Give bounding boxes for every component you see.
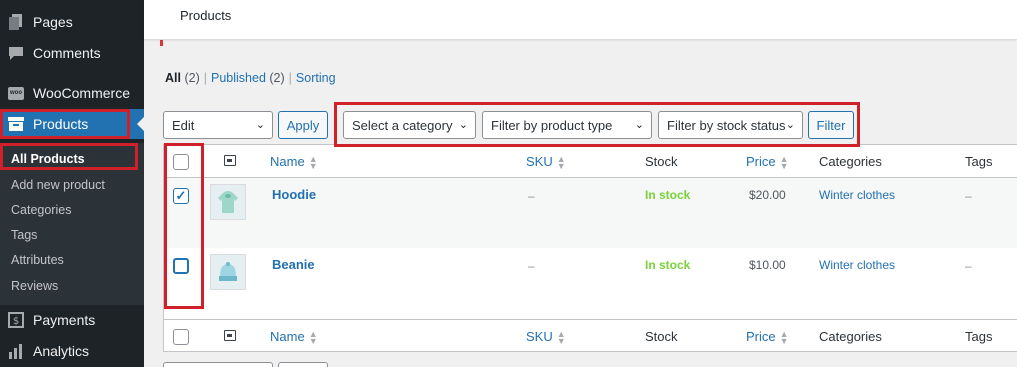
bulk-action-select-bottom[interactable] — [163, 362, 273, 367]
view-all[interactable]: All (2) — [165, 71, 200, 85]
sku-value: – — [528, 259, 535, 273]
column-sku-footer[interactable]: SKU ▲ ▼ — [526, 329, 566, 345]
table-header-row: Name ▲ ▼ SKU ▲ ▼ Stock Price ▲ ▼ Categories Ta… — [164, 145, 1017, 178]
submenu-add-new-product[interactable]: Add new product — [11, 178, 105, 192]
sort-icon: ▲ ▼ — [308, 153, 318, 171]
menu-item-comments[interactable]: Comments — [0, 38, 144, 68]
annotation-box-products — [0, 109, 130, 139]
menu-item-label: Pages — [33, 14, 73, 30]
product-thumbnail[interactable] — [210, 254, 246, 290]
tags-value: – — [965, 259, 972, 273]
beanie-image — [219, 262, 237, 281]
table-footer-row: Name ▲ ▼ SKU ▲ ▼ Stock Price ▲ ▼ Categories Ta… — [164, 319, 1017, 352]
submenu-reviews[interactable]: Reviews — [11, 279, 58, 293]
column-stock: Stock — [645, 154, 678, 169]
sort-icon: ▲ ▼ — [556, 328, 566, 346]
notice-edge — [160, 40, 163, 46]
table-row: Beanie – In stock $10.00 Winter clothes … — [164, 248, 1017, 318]
chevron-down-icon: ⌄ — [255, 119, 265, 131]
sku-value: – — [528, 189, 535, 203]
submenu-categories[interactable]: Categories — [11, 203, 71, 217]
image-icon — [224, 155, 236, 166]
svg-text:$: $ — [13, 316, 19, 327]
column-name-footer[interactable]: Name ▲ ▼ — [270, 329, 318, 345]
category-link[interactable]: Winter clothes — [819, 188, 895, 202]
stock-status: In stock — [645, 188, 691, 202]
column-price[interactable]: Price ▲ ▼ — [746, 154, 789, 170]
column-sku[interactable]: SKU ▲ ▼ — [526, 154, 566, 170]
menu-item-analytics[interactable]: Analytics — [0, 336, 144, 366]
menu-item-label: Analytics — [33, 343, 90, 359]
product-name-link[interactable]: Hoodie — [272, 187, 316, 202]
apply-button-bottom[interactable] — [278, 362, 328, 367]
annotation-box-all-products — [0, 143, 138, 170]
sort-icon: ▲ ▼ — [308, 328, 318, 346]
column-price-footer[interactable]: Price ▲ ▼ — [746, 329, 789, 345]
analytics-icon — [8, 343, 24, 359]
menu-item-woocommerce[interactable]: woo WooCommerce — [0, 78, 144, 108]
column-categories-footer: Categories — [819, 329, 882, 344]
current-indicator — [137, 117, 144, 131]
payments-icon: $ — [8, 312, 24, 328]
menu-item-label: Comments — [33, 45, 101, 61]
table-row: ✓ Hoodie – In stock $20.00 Winter clothe… — [164, 178, 1017, 248]
column-categories: Categories — [819, 154, 882, 169]
category-link[interactable]: Winter clothes — [819, 258, 895, 272]
bulk-action-select[interactable]: Edit ⌄ — [163, 111, 273, 139]
pages-icon — [8, 14, 24, 30]
menu-item-pages[interactable]: Pages — [0, 7, 144, 37]
annotation-box-checkboxes — [164, 143, 204, 309]
annotation-box-filters — [334, 102, 860, 147]
product-name-link[interactable]: Beanie — [272, 257, 315, 272]
products-table: Name ▲ ▼ SKU ▲ ▼ Stock Price ▲ ▼ Categories Ta… — [163, 144, 1017, 352]
submenu-attributes[interactable]: Attributes — [11, 253, 64, 267]
sort-icon: ▲ ▼ — [556, 153, 566, 171]
product-thumbnail[interactable] — [210, 184, 246, 220]
woocommerce-icon: woo — [8, 85, 24, 101]
apply-button[interactable]: Apply — [278, 111, 328, 139]
price-value: $20.00 — [749, 188, 786, 202]
view-sorting[interactable]: Sorting — [296, 71, 336, 85]
sort-icon: ▲ ▼ — [779, 153, 789, 171]
menu-item-label: WooCommerce — [33, 85, 130, 101]
column-tags: Tags — [965, 154, 993, 169]
menu-item-label: Payments — [33, 312, 96, 328]
menu-item-payments[interactable]: $ Payments — [0, 305, 144, 335]
admin-sidebar: Pages Comments woo WooCommerce Products … — [0, 0, 144, 367]
image-icon — [224, 330, 236, 341]
column-name[interactable]: Name ▲ ▼ — [270, 154, 318, 170]
hoodie-image — [218, 191, 238, 213]
submenu-tags[interactable]: Tags — [11, 228, 37, 242]
status-views: All (2) | Published (2) | Sorting — [165, 71, 336, 85]
price-value: $10.00 — [749, 258, 786, 272]
column-stock-footer: Stock — [645, 329, 678, 344]
view-published[interactable]: Published (2) — [211, 71, 285, 85]
tags-value: – — [965, 189, 972, 203]
select-all-checkbox-footer[interactable] — [173, 329, 189, 345]
comments-icon — [8, 45, 24, 61]
page-header: Products — [144, 0, 1017, 40]
page-title: Products — [180, 8, 232, 23]
stock-status: In stock — [645, 258, 691, 272]
column-tags-footer: Tags — [965, 329, 993, 344]
sort-icon: ▲ ▼ — [779, 328, 789, 346]
